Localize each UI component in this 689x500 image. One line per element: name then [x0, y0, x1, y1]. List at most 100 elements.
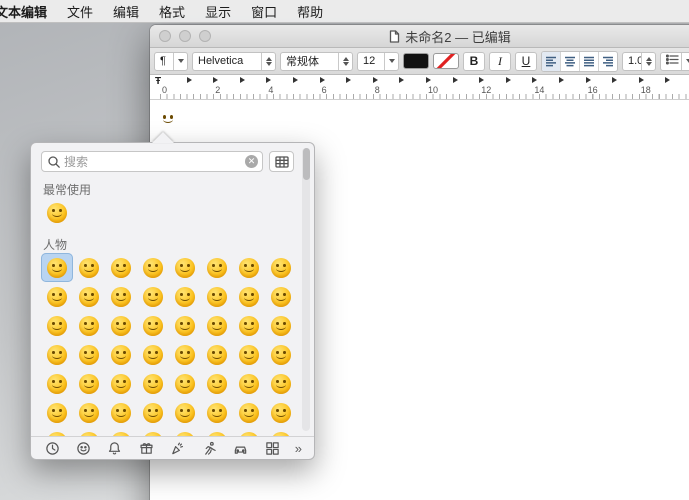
align-right-button[interactable]: [598, 52, 617, 71]
tab-stop-icon[interactable]: [266, 77, 271, 83]
frequently-used-icon[interactable]: [43, 439, 61, 457]
tab-stop-icon[interactable]: [346, 77, 351, 83]
font-size-popup[interactable]: 12: [357, 52, 399, 71]
tab-stop-icon[interactable]: [240, 77, 245, 83]
title-bar[interactable]: 未命名2 — 已编辑: [150, 25, 689, 48]
emoji-cell[interactable]: 😔: [105, 369, 137, 398]
emoji-cell[interactable]: 😞: [233, 340, 265, 369]
emoji-cell[interactable]: 😘: [105, 311, 137, 340]
emoji-cell[interactable]: 😩: [265, 369, 297, 398]
emoji-cell[interactable]: 😚: [201, 311, 233, 340]
minimize-button[interactable]: [179, 30, 191, 42]
tab-stop-icon[interactable]: [559, 77, 564, 83]
emoji-cell[interactable]: 😝: [265, 311, 297, 340]
emoji-cell[interactable]: 😕: [137, 369, 169, 398]
emoji-cell[interactable]: 😯: [201, 398, 233, 427]
tab-stop-icon[interactable]: [506, 77, 511, 83]
list-style-popup[interactable]: [660, 52, 689, 71]
tab-stop-icon[interactable]: [293, 77, 298, 83]
tab-stop-icon[interactable]: [612, 77, 617, 83]
emoji-cell[interactable]: 😄: [201, 253, 233, 282]
emoji-cell[interactable]: 😛: [41, 340, 73, 369]
emoji-cell[interactable]: 😁: [105, 253, 137, 282]
menu-item[interactable]: 编辑: [103, 2, 149, 21]
text-color-well[interactable]: [403, 53, 429, 69]
character-viewer-button[interactable]: [269, 151, 294, 172]
emoji-cell[interactable]: 😇: [265, 253, 297, 282]
emoji-cell[interactable]: 😙: [169, 311, 201, 340]
tab-stop-icon[interactable]: [532, 77, 537, 83]
emoji-cell[interactable]: 😧: [265, 398, 297, 427]
indent-marker[interactable]: Ŧ: [155, 76, 161, 87]
emoji-cell[interactable]: 😬: [73, 253, 105, 282]
align-justify-button[interactable]: [579, 52, 598, 71]
scrollbar-thumb[interactable]: [303, 148, 310, 180]
emoji-cell[interactable]: 😶: [105, 340, 137, 369]
emoji-cell[interactable]: 😋: [201, 282, 233, 311]
emoji-cell[interactable]: 😦: [233, 398, 265, 427]
paragraph-styles-popup[interactable]: ¶: [154, 52, 188, 71]
emoji-cell[interactable]: 😮: [73, 398, 105, 427]
emoji-cell[interactable]: 😖: [201, 369, 233, 398]
tab-stop-icon[interactable]: [213, 77, 218, 83]
activity-icon[interactable]: [200, 439, 218, 457]
tab-stop-icon[interactable]: [399, 77, 404, 83]
tab-stop-icon[interactable]: [453, 77, 458, 83]
menu-item[interactable]: 帮助: [287, 2, 333, 21]
emoji-cell[interactable]: 😂: [137, 253, 169, 282]
no-color-well[interactable]: [433, 53, 459, 69]
emoji-cell[interactable]: 😠: [41, 369, 73, 398]
tab-stop-icon[interactable]: [665, 77, 670, 83]
tab-stop-icon[interactable]: [320, 77, 325, 83]
emoji-cell[interactable]: 😀: [41, 198, 73, 227]
emoji-cell[interactable]: ☺️: [169, 282, 201, 311]
underline-button[interactable]: U: [515, 52, 537, 71]
emoji-cell[interactable]: 😌: [233, 282, 265, 311]
emoji-cell[interactable]: 😏: [73, 311, 105, 340]
emoji-cell[interactable]: 😟: [265, 340, 297, 369]
bold-button[interactable]: B: [463, 52, 485, 71]
emoji-cell[interactable]: 😫: [233, 369, 265, 398]
emoji-cell[interactable]: 😗: [137, 311, 169, 340]
emoji-cell[interactable]: 😰: [169, 398, 201, 427]
emoji-cell[interactable]: 😳: [73, 340, 105, 369]
emoji-cell[interactable]: 😉: [105, 282, 137, 311]
emoji-cell[interactable]: 😐: [137, 340, 169, 369]
align-center-button[interactable]: [560, 52, 579, 71]
travel-icon[interactable]: [232, 439, 250, 457]
tab-stop-icon[interactable]: [187, 77, 192, 83]
people-icon[interactable]: [74, 439, 92, 457]
celebration-icon[interactable]: [169, 439, 187, 457]
emoji-cell[interactable]: 😤: [41, 398, 73, 427]
emoji-cell[interactable]: 😅: [233, 253, 265, 282]
emoji-cell[interactable]: 😊: [137, 282, 169, 311]
emoji-cell[interactable]: 😜: [233, 311, 265, 340]
menu-item[interactable]: 窗口: [241, 2, 287, 21]
emoji-cell[interactable]: 😱: [105, 398, 137, 427]
emoji-cell[interactable]: 😣: [169, 369, 201, 398]
emoji-cell[interactable]: 😎: [41, 311, 73, 340]
emoji-cell[interactable]: 😃: [169, 253, 201, 282]
close-button[interactable]: [159, 30, 171, 42]
tab-stop-icon[interactable]: [426, 77, 431, 83]
emoji-cell[interactable]: 😨: [137, 398, 169, 427]
align-left-button[interactable]: [542, 52, 560, 71]
clear-search-icon[interactable]: ✕: [245, 155, 258, 168]
tab-stop-icon[interactable]: [586, 77, 591, 83]
emoji-cell[interactable]: 😍: [265, 282, 297, 311]
zoom-button[interactable]: [199, 30, 211, 42]
font-family-popup[interactable]: Helvetica: [192, 52, 276, 71]
scrollbar[interactable]: [302, 148, 310, 431]
search-input[interactable]: 搜索 ✕: [41, 151, 263, 172]
emoji-cell[interactable]: 😡: [73, 369, 105, 398]
nature-icon[interactable]: [106, 439, 124, 457]
app-menu-textedit[interactable]: 文本编辑: [0, 2, 57, 21]
menu-item[interactable]: 显示: [195, 2, 241, 21]
emoji-cell[interactable]: 😑: [169, 340, 201, 369]
more-categories-button[interactable]: »: [295, 441, 302, 456]
typeface-popup[interactable]: 常规体: [280, 52, 353, 71]
tab-stop-icon[interactable]: [639, 77, 644, 83]
italic-button[interactable]: I: [489, 52, 511, 71]
tab-stop-icon[interactable]: [479, 77, 484, 83]
emoji-cell[interactable]: 😈: [41, 282, 73, 311]
